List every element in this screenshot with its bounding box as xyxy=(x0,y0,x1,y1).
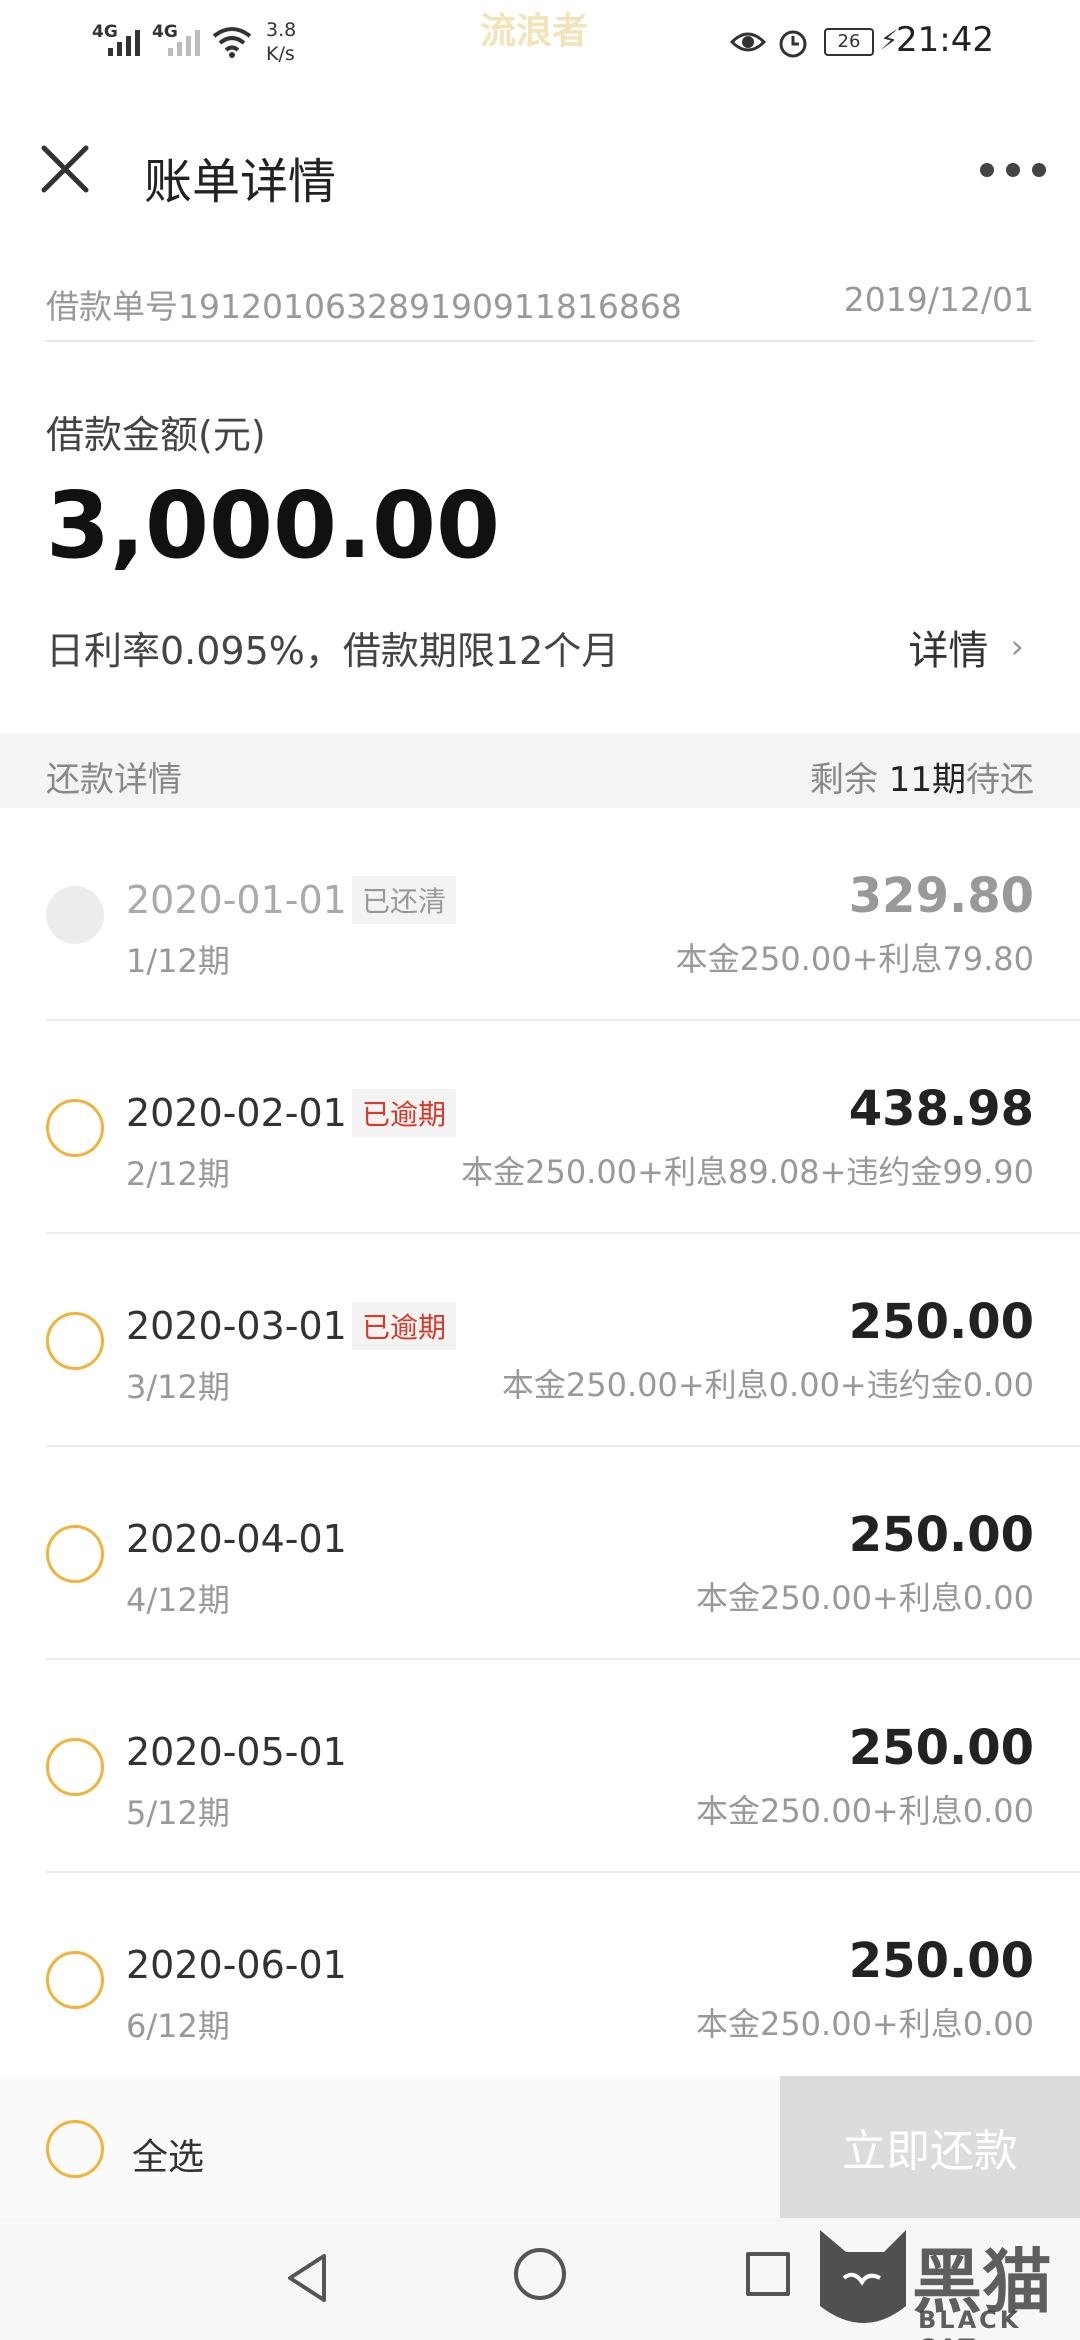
repayment-section-title: 还款详情 xyxy=(46,760,182,800)
back-icon[interactable] xyxy=(282,2250,332,2306)
order-number: 借款单号1912010632891909118168​68 xyxy=(46,287,682,326)
loan-detail-link[interactable]: 详情 › xyxy=(908,618,1024,676)
app-header: 账单详情 xyxy=(0,120,1080,230)
installment-date: 2020-05-01 xyxy=(126,1730,347,1774)
installment-checkbox[interactable] xyxy=(46,1525,104,1583)
more-options-icon[interactable] xyxy=(980,160,1046,180)
installment-breakdown: 本金250.00+利息0.00 xyxy=(695,1792,1034,1830)
page-title: 账单详情 xyxy=(144,154,337,210)
installment-checkbox[interactable] xyxy=(46,1099,104,1157)
installment-checkbox xyxy=(46,886,104,944)
installment-row[interactable]: 2020-03-01 已逾期 3/12期 250.00 本金250.00+利息0… xyxy=(0,1234,1080,1447)
installment-breakdown: 本金250.00+利息0.00+违约金0.00 xyxy=(501,1366,1034,1404)
close-icon[interactable] xyxy=(38,142,92,196)
installment-period: 1/12期 xyxy=(126,942,230,980)
select-all-label[interactable]: 全选 xyxy=(132,2128,204,2180)
installment-amount: 438.98 xyxy=(848,1081,1034,1137)
watermark-sub: BLACK CAT xyxy=(918,2306,1022,2340)
watermark-top: 流浪者 xyxy=(480,11,589,52)
installment-breakdown: 本金250.00+利息0.00 xyxy=(695,2005,1034,2043)
eye-comfort-icon xyxy=(730,32,766,52)
select-all-checkbox[interactable] xyxy=(46,2120,104,2178)
wifi-icon xyxy=(212,27,252,58)
installment-amount: 250.00 xyxy=(848,1507,1034,1563)
installment-breakdown: 本金250.00+利息0.00 xyxy=(695,1579,1034,1617)
network-speed: 3.8 K/s xyxy=(266,19,297,65)
installment-date: 2020-01-01 xyxy=(126,878,347,922)
installment-amount: 250.00 xyxy=(848,1720,1034,1776)
installment-row[interactable]: 2020-02-01 已逾期 2/12期 438.98 本金250.00+利息8… xyxy=(0,1021,1080,1234)
installment-period: 2/12期 xyxy=(126,1155,230,1193)
order-info: 借款单号1912010632891909118168​68 2019/12/01 xyxy=(46,270,1034,342)
order-date: 2019/12/01 xyxy=(843,280,1034,319)
chevron-right-icon: › xyxy=(1010,627,1024,667)
installment-period: 3/12期 xyxy=(126,1368,230,1406)
loan-amount: 3,000.00 xyxy=(46,472,500,579)
installment-period: 6/12期 xyxy=(126,2007,230,2045)
pay-now-button[interactable]: 立即还款 xyxy=(780,2076,1080,2218)
installment-date: 2020-02-01 xyxy=(126,1091,347,1135)
installment-row[interactable]: 2020-06-01 6/12期 250.00 本金250.00+利息0.00 xyxy=(0,1873,1080,2086)
installment-breakdown: 本金250.00+利息79.80 xyxy=(675,940,1034,978)
installment-date: 2020-03-01 xyxy=(126,1304,347,1348)
home-icon[interactable] xyxy=(514,2248,566,2300)
status-badge: 已还清 xyxy=(352,876,457,924)
installment-list: 2020-01-01 已还清 1/12期 329.80 本金250.00+利息7… xyxy=(0,808,1080,2086)
status-bar: 4G 4G 3.8 K/s 流浪者 26 ⚡ 21:42 xyxy=(0,0,1080,90)
installment-checkbox[interactable] xyxy=(46,1951,104,2009)
loan-detail-label: 详情 xyxy=(908,628,989,674)
installment-period: 4/12期 xyxy=(126,1581,230,1619)
signal-2-icon xyxy=(168,26,200,56)
recent-apps-icon[interactable] xyxy=(746,2252,790,2296)
installment-row[interactable]: 2020-01-01 已还清 1/12期 329.80 本金250.00+利息7… xyxy=(0,808,1080,1021)
remaining-periods: 剩余 11期待还 xyxy=(809,760,1034,800)
installment-date: 2020-06-01 xyxy=(126,1943,347,1987)
installment-period: 5/12期 xyxy=(126,1794,230,1832)
clock: 21:42 xyxy=(896,20,994,60)
installment-row[interactable]: 2020-05-01 5/12期 250.00 本金250.00+利息0.00 xyxy=(0,1660,1080,1873)
installment-amount: 329.80 xyxy=(848,868,1034,924)
signal-1-icon xyxy=(108,26,140,56)
battery-icon: 26 xyxy=(824,28,874,56)
status-badge: 已逾期 xyxy=(352,1302,457,1350)
installment-row[interactable]: 2020-04-01 4/12期 250.00 本金250.00+利息0.00 xyxy=(0,1447,1080,1660)
installment-checkbox[interactable] xyxy=(46,1738,104,1796)
status-badge: 已逾期 xyxy=(352,1089,457,1137)
bottom-action-bar: 全选 立即还款 xyxy=(0,2076,1080,2218)
installment-checkbox[interactable] xyxy=(46,1312,104,1370)
installment-amount: 250.00 xyxy=(848,1294,1034,1350)
installment-breakdown: 本金250.00+利息89.08+违约金99.90 xyxy=(461,1153,1034,1191)
installment-date: 2020-04-01 xyxy=(126,1517,347,1561)
installment-amount: 250.00 xyxy=(848,1933,1034,1989)
loan-terms: 日利率0.095%，借款期限12个月 xyxy=(46,629,620,673)
repayment-section-header: 还款详情 剩余 11期待还 xyxy=(0,734,1080,808)
alarm-icon xyxy=(779,30,807,58)
loan-amount-label: 借款金额(元) xyxy=(46,413,266,457)
